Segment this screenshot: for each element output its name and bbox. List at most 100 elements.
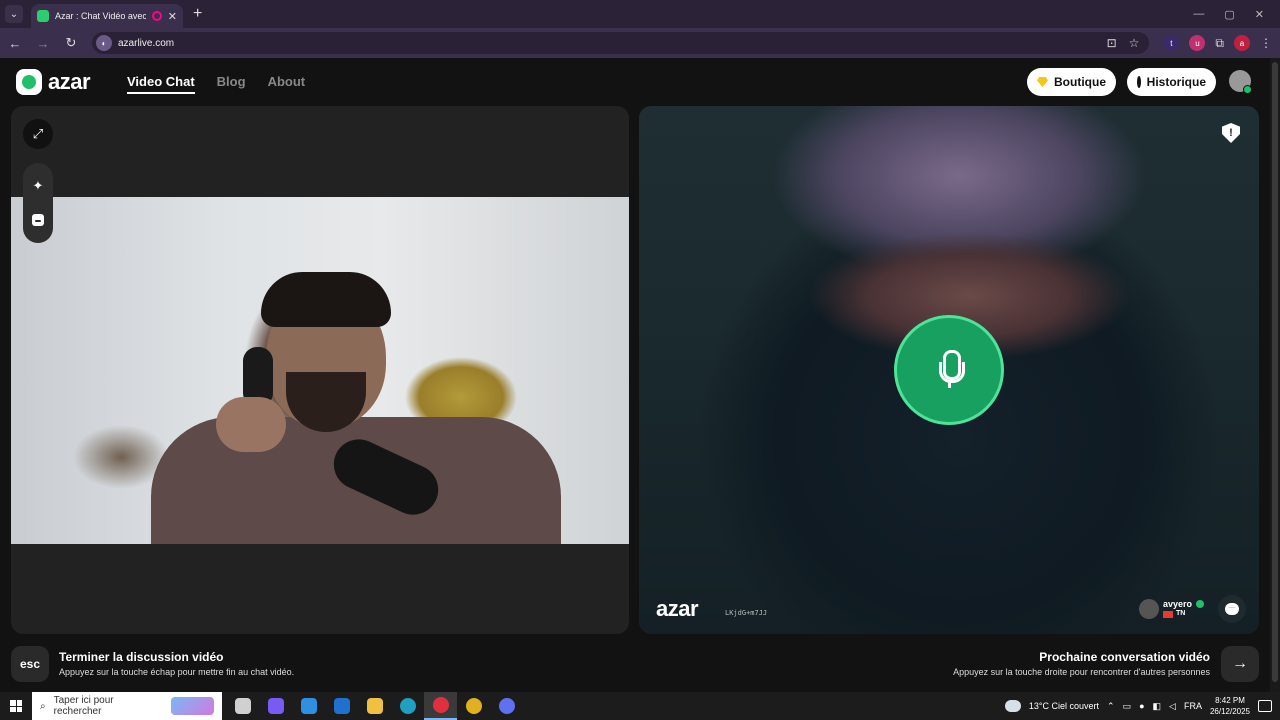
chat-button[interactable]: ··· xyxy=(1218,595,1246,623)
close-window-button[interactable]: ✕ xyxy=(1255,8,1264,21)
browser-toolbar: ← → ↻ ◐ azarlive.com ⊡ ☆ t u ⧉ a ⋮ xyxy=(0,28,1280,58)
weather-text[interactable]: 13°C Ciel couvert xyxy=(1029,701,1099,711)
notifications-icon[interactable] xyxy=(1258,700,1272,712)
report-shield-icon[interactable]: ! xyxy=(1222,123,1240,143)
search-highlight-icon xyxy=(170,697,214,715)
self-figure-hand xyxy=(216,397,286,452)
next-conversation-title: Prochaine conversation vidéo xyxy=(1039,650,1210,664)
end-call-title: Terminer la discussion vidéo xyxy=(59,650,224,664)
browser-menu-icon[interactable]: ⋮ xyxy=(1260,36,1272,50)
copilot-icon[interactable] xyxy=(259,692,292,720)
install-app-icon[interactable]: ⊡ xyxy=(1107,36,1117,50)
forward-arrow-icon[interactable]: → xyxy=(36,36,50,51)
bookmark-star-icon[interactable]: ☆ xyxy=(1129,36,1140,50)
self-camera-feed xyxy=(11,197,629,544)
boutique-label: Boutique xyxy=(1054,75,1106,89)
edge-icon[interactable] xyxy=(391,692,424,720)
windows-taskbar: ⌕ Taper ici pour rechercher 13°C Ciel co… xyxy=(0,692,1280,720)
extension-t-icon[interactable]: t xyxy=(1163,35,1180,51)
wifi-icon[interactable]: ◧ xyxy=(1153,701,1162,712)
reload-icon[interactable]: ↻ xyxy=(64,35,78,51)
historique-label: Historique xyxy=(1146,75,1206,89)
sparkle-effects-icon[interactable]: ✦ xyxy=(23,171,53,201)
scrollbar-thumb[interactable] xyxy=(1272,62,1278,682)
window-controls: — ▢ ✕ xyxy=(1193,8,1280,21)
azar-favicon-icon xyxy=(37,10,49,22)
profile-avatar-icon[interactable]: a xyxy=(1234,35,1250,51)
cloud-weather-icon xyxy=(1004,700,1021,712)
url-text: azarlive.com xyxy=(118,37,175,49)
tunisia-flag-icon xyxy=(1163,611,1173,618)
tab-search-button[interactable]: ⌄ xyxy=(5,5,23,23)
face-filter-icon[interactable] xyxy=(23,205,53,235)
taskbar-search[interactable]: ⌕ Taper ici pour rechercher xyxy=(32,692,222,720)
language-indicator[interactable]: FRA xyxy=(1184,701,1202,711)
taskbar-apps xyxy=(226,692,523,720)
recording-indicator-icon xyxy=(151,11,162,21)
restore-button[interactable]: ▢ xyxy=(1224,8,1234,21)
expand-icon[interactable]: ⤢ xyxy=(23,119,53,149)
peer-avatar[interactable] xyxy=(1139,599,1159,619)
end-call-key-button[interactable]: esc xyxy=(11,646,49,682)
online-badge-icon xyxy=(1243,85,1252,94)
boutique-button[interactable]: Boutique xyxy=(1027,68,1116,96)
chrome-icon[interactable] xyxy=(457,692,490,720)
session-id: LKjdG+m7JJ xyxy=(725,609,768,617)
history-clock-icon xyxy=(1137,76,1144,88)
windows-logo-icon xyxy=(10,700,22,712)
logo-text: azar xyxy=(48,69,91,94)
nav-about[interactable]: About xyxy=(268,74,306,94)
azar-logo[interactable]: azar xyxy=(16,69,91,95)
discord-icon[interactable] xyxy=(490,692,523,720)
clock-time: 8:42 PM xyxy=(1215,696,1245,705)
page-scrollbar[interactable] xyxy=(1270,58,1280,692)
address-bar[interactable]: ◐ azarlive.com ⊡ ☆ xyxy=(92,32,1150,54)
file-explorer-icon[interactable] xyxy=(358,692,391,720)
next-conversation-subtitle: Appuyez sur la touche droite pour rencon… xyxy=(953,667,1210,677)
volume-icon[interactable]: ◁ xyxy=(1169,701,1176,712)
self-video-panel: ⤢ ✦ xyxy=(11,106,629,634)
nav-blog[interactable]: Blog xyxy=(217,74,246,94)
site-info-icon[interactable]: ◐ xyxy=(96,35,112,51)
extensions-area: t u ⧉ a ⋮ xyxy=(1163,35,1272,51)
minimize-button[interactable]: — xyxy=(1193,8,1204,21)
task-view-icon[interactable] xyxy=(226,692,259,720)
mail-icon[interactable] xyxy=(325,692,358,720)
obs-icon[interactable] xyxy=(424,692,457,720)
chat-bubble-icon: ··· xyxy=(1225,603,1239,615)
azar-watermark: azar xyxy=(656,596,699,621)
extension-u-icon[interactable]: u xyxy=(1189,35,1206,51)
tray-overflow-icon[interactable]: ⌃ xyxy=(1107,701,1115,712)
clock-date: 26/12/2025 xyxy=(1209,707,1250,716)
microphone-icon xyxy=(939,350,965,390)
peer-country: TN xyxy=(1176,610,1186,617)
historique-button[interactable]: Historique xyxy=(1127,68,1216,96)
main-nav: Video Chat Blog About xyxy=(127,74,305,94)
browser-tab-bar: ⌄ Azar : Chat Vidéo avec de n ✕ + — ▢ ✕ xyxy=(0,0,1280,28)
site-header: azar Video Chat Blog About Boutique Hist… xyxy=(0,58,1280,106)
azar-logo-icon xyxy=(16,69,42,95)
start-button[interactable] xyxy=(0,692,32,720)
tab-title: Azar : Chat Vidéo avec de n xyxy=(55,11,146,21)
network-icon[interactable]: ▭ xyxy=(1123,701,1132,712)
mic-tray-icon[interactable]: ● xyxy=(1139,701,1144,711)
peer-verified-icon xyxy=(1196,600,1204,608)
search-icon: ⌕ xyxy=(40,700,46,712)
end-call-subtitle: Appuyez sur la touche échap pour mettre … xyxy=(59,667,295,677)
extensions-puzzle-icon[interactable]: ⧉ xyxy=(1215,36,1224,51)
microphone-button[interactable] xyxy=(894,315,1004,425)
peer-name: avyero xyxy=(1163,599,1193,609)
back-arrow-icon[interactable]: ← xyxy=(8,36,22,51)
next-conversation-button[interactable]: → xyxy=(1221,646,1259,682)
gem-icon xyxy=(1037,77,1048,87)
taskbar-clock[interactable]: 8:42 PM 26/12/2025 xyxy=(1210,695,1250,717)
nav-video-chat[interactable]: Video Chat xyxy=(127,74,195,94)
search-placeholder: Taper ici pour rechercher xyxy=(53,695,114,717)
browser-tab-azar[interactable]: Azar : Chat Vidéo avec de n ✕ xyxy=(31,4,183,28)
self-figure-hair xyxy=(261,272,391,327)
new-tab-button[interactable]: + xyxy=(193,5,202,23)
system-tray: 13°C Ciel couvert ⌃ ▭ ● ◧ ◁ FRA 8:42 PM … xyxy=(1004,695,1280,717)
call-controls-bar: esc Terminer la discussion vidéo Appuyez… xyxy=(0,640,1270,692)
tab-close-icon[interactable]: ✕ xyxy=(168,10,177,23)
store-icon[interactable] xyxy=(292,692,325,720)
